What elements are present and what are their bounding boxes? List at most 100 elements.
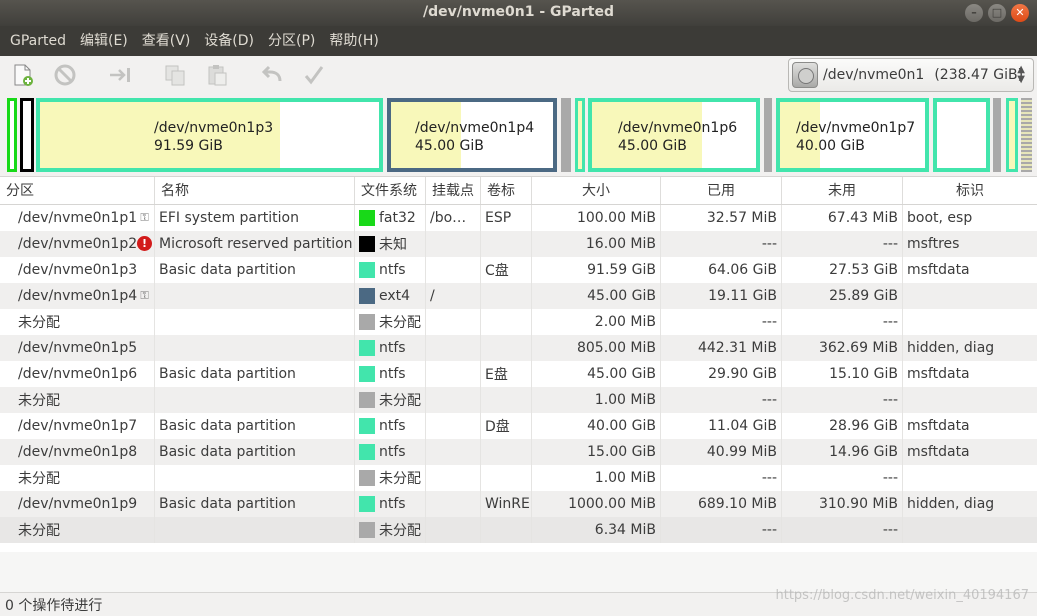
map-segment-p5[interactable] [575, 98, 585, 172]
table-row[interactable]: /dev/nvme0n1p9 Basic data partition ntfs Wi… [0, 491, 1037, 517]
cell-flags [903, 517, 1037, 543]
cell-mount: / [426, 283, 481, 309]
menu-gparted[interactable]: GParted [3, 26, 73, 56]
table-row[interactable]: 未分配 未分配 2.00 MiB --- --- [0, 309, 1037, 335]
col-name[interactable]: 名称 [155, 177, 355, 204]
filesystem-color-swatch [359, 392, 375, 408]
menu-edit[interactable]: 编辑(E) [73, 26, 135, 56]
table-row[interactable]: 未分配 未分配 1.00 MiB --- --- [0, 465, 1037, 491]
window-title: /dev/nvme0n1 - GParted [423, 4, 614, 20]
table-row[interactable]: /dev/nvme0n1p4 ⚿ ext4 / 45.00 GiB 19.11 GiB 25… [0, 283, 1037, 309]
map-segment-p3[interactable]: /dev/nvme0n1p3 91.59 GiB [36, 98, 383, 172]
filesystem-text: ntfs [379, 496, 406, 512]
filesystem-color-swatch [359, 288, 375, 304]
col-size[interactable]: 大小 [532, 177, 661, 204]
col-label[interactable]: 卷标 [481, 177, 532, 204]
map-segment-unallocated[interactable] [1021, 98, 1032, 172]
menu-help[interactable]: 帮助(H) [322, 26, 385, 56]
table-row[interactable]: /dev/nvme0n1p6 Basic data partition ntfs E盘… [0, 361, 1037, 387]
cell-partition: /dev/nvme0n1p1 ⚿ [0, 205, 155, 231]
menu-device[interactable]: 设备(D) [197, 26, 261, 56]
new-partition-icon[interactable] [8, 60, 38, 90]
table-row[interactable]: 未分配 未分配 1.00 MiB --- --- [0, 387, 1037, 413]
map-segment-p8[interactable] [933, 98, 990, 172]
cell-size: 1.00 MiB [532, 465, 661, 491]
cell-partition: 未分配 [0, 387, 155, 413]
map-segment-p9[interactable] [1006, 98, 1018, 172]
minimize-icon[interactable]: – [965, 4, 983, 22]
cell-mount [426, 413, 481, 439]
cell-size: 1000.00 MiB [532, 491, 661, 517]
resize-move-icon[interactable] [105, 60, 135, 90]
map-segment-p6[interactable]: /dev/nvme0n1p6 45.00 GiB [588, 98, 760, 172]
device-size: (238.47 GiB) [934, 67, 1024, 83]
cell-label [481, 231, 532, 257]
cell-label [481, 335, 532, 361]
cell-used: --- [661, 465, 782, 491]
disk-icon [792, 62, 818, 88]
map-segment-unallocated[interactable] [561, 98, 571, 172]
cell-unused: --- [782, 309, 903, 335]
table-row[interactable]: /dev/nvme0n1p1 ⚿ EFI system partition fat32… [0, 205, 1037, 231]
cell-mount [426, 335, 481, 361]
filesystem-text: 未分配 [379, 393, 421, 409]
map-label-p4-name: /dev/nvme0n1p4 [415, 120, 535, 136]
map-segment-p7[interactable]: /dev/nvme0n1p7 40.00 GiB [776, 98, 929, 172]
table-row[interactable]: /dev/nvme0n1p5 ntfs 805.00 MiB 442.31 MiB 36… [0, 335, 1037, 361]
cell-filesystem: 未分配 [355, 309, 426, 335]
cell-partition: /dev/nvme0n1p2! [0, 231, 155, 257]
table-row[interactable]: /dev/nvme0n1p2! Microsoft reserved partit… [0, 231, 1037, 257]
col-unused[interactable]: 未用 [782, 177, 903, 204]
partition-path: /dev/nvme0n1p2 [18, 236, 138, 252]
cell-flags: msftdata [907, 366, 970, 382]
map-segment-unallocated[interactable] [764, 98, 772, 172]
filesystem-color-swatch [359, 236, 375, 252]
cell-name: Microsoft reserved partition [155, 231, 355, 257]
cell-size: 100.00 MiB [532, 205, 661, 231]
cell-used: 29.90 GiB [661, 361, 782, 387]
cell-name [155, 517, 355, 543]
table-row[interactable]: /dev/nvme0n1p3 Basic data partition ntfs C盘… [0, 257, 1037, 283]
cell-used: 64.06 GiB [661, 257, 782, 283]
cell-unused: --- [782, 231, 903, 257]
map-label-p7-size: 40.00 GiB [796, 138, 865, 154]
col-partition[interactable]: 分区 [0, 177, 155, 204]
table-row[interactable]: 未分配 未分配 6.34 MiB --- --- [0, 517, 1037, 543]
cell-size: 805.00 MiB [532, 335, 661, 361]
table-row[interactable]: /dev/nvme0n1p7 Basic data partition ntfs D盘… [0, 413, 1037, 439]
cell-filesystem: ntfs [355, 335, 426, 361]
cell-label [481, 517, 532, 543]
map-segment-p4[interactable]: /dev/nvme0n1p4 45.00 GiB [387, 98, 557, 172]
cell-filesystem: ntfs [355, 361, 426, 387]
table-row[interactable]: /dev/nvme0n1p8 Basic data partition ntfs 15… [0, 439, 1037, 465]
table-body: /dev/nvme0n1p1 ⚿ EFI system partition fat32… [0, 205, 1037, 543]
undo-icon[interactable] [257, 60, 287, 90]
paste-icon[interactable] [202, 60, 232, 90]
close-icon[interactable]: ✕ [1011, 4, 1029, 22]
filesystem-text: ntfs [379, 262, 406, 278]
cell-name: Basic data partition [155, 439, 355, 465]
map-segment-p2[interactable] [20, 98, 34, 172]
apply-icon[interactable] [299, 60, 329, 90]
col-used[interactable]: 已用 [661, 177, 782, 204]
copy-icon[interactable] [160, 60, 190, 90]
menu-view[interactable]: 查看(V) [135, 26, 198, 56]
menu-partition[interactable]: 分区(P) [261, 26, 322, 56]
watermark: https://blog.csdn.net/weixin_40194167 [775, 588, 1029, 603]
device-selector[interactable]: /dev/nvme0n1 (238.47 GiB) ▲ ▼ [788, 58, 1034, 92]
col-filesystem[interactable]: 文件系统 [355, 177, 426, 204]
pending-operations-text: 0 个操作待进行 [5, 598, 103, 614]
filesystem-color-swatch [359, 522, 375, 538]
map-segment-unallocated[interactable] [993, 98, 1001, 172]
cell-size: 40.00 GiB [532, 413, 661, 439]
filesystem-text: ntfs [379, 340, 406, 356]
cell-partition: 未分配 [0, 517, 155, 543]
col-mountpoint[interactable]: 挂载点 [426, 177, 481, 204]
cell-mount [426, 387, 481, 413]
map-segment-p1[interactable] [7, 98, 17, 172]
delete-icon[interactable] [50, 60, 80, 90]
cell-flags: hidden, diag [907, 496, 995, 512]
col-flags[interactable]: 标识 [903, 177, 1037, 204]
maximize-icon[interactable]: □ [988, 4, 1006, 22]
cell-mount [426, 231, 481, 257]
